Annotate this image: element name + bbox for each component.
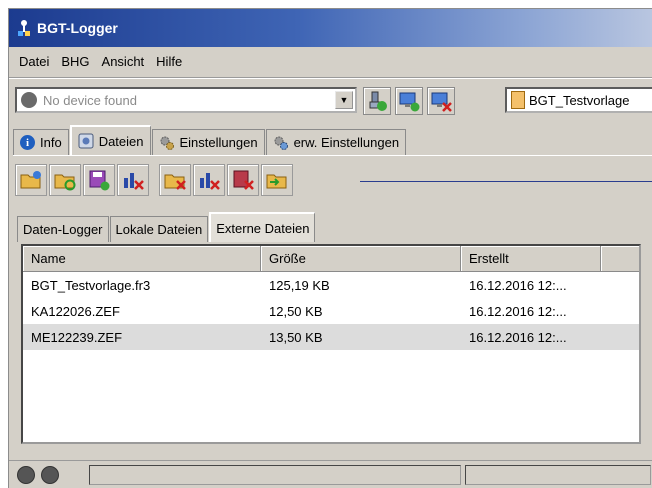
chart-delete-button[interactable] [117, 164, 149, 196]
add-device-button[interactable] [395, 87, 423, 115]
file-remove-icon [233, 170, 254, 190]
chevron-down-icon[interactable]: ▼ [335, 91, 353, 109]
tab-einstellungen[interactable]: Einstellungen [151, 129, 265, 155]
status-bar [9, 460, 652, 488]
folder-refresh-icon [54, 174, 76, 191]
column-header-size[interactable]: Größe [261, 246, 461, 271]
device-select[interactable]: No device found ▼ [15, 87, 357, 113]
menu-ansicht[interactable]: Ansicht [96, 52, 151, 71]
device-status-icon [21, 92, 37, 108]
folder-import-icon [266, 174, 287, 189]
info-icon: i [20, 135, 35, 150]
monitor-remove-icon [431, 92, 452, 112]
monitor-add-icon [399, 92, 420, 112]
device-toolbar: No device found ▼ BGT_Testvorlage [9, 81, 652, 121]
title-bar[interactable]: BGT-Logger [9, 9, 652, 47]
template-file-icon [511, 91, 525, 109]
tab-dateien[interactable]: Dateien [69, 125, 151, 155]
column-header-filler [601, 246, 639, 271]
file-name: KA122026.ZEF [31, 303, 120, 319]
status-pane-secondary [465, 465, 651, 485]
file-size: 125,19 KB [269, 277, 330, 293]
remove-device-button[interactable] [427, 87, 455, 115]
disk-icon [78, 133, 94, 149]
save-add-button[interactable] [83, 164, 115, 196]
chart-remove-icon [200, 173, 220, 190]
template-name: BGT_Testvorlage [529, 92, 630, 108]
tab-erw-einstellungen-label: erw. Einstellungen [293, 135, 400, 150]
file-list[interactable]: Name Größe Erstellt BGT_Testvorlage.fr3 … [21, 244, 641, 444]
menu-hilfe[interactable]: Hilfe [150, 52, 188, 71]
gear-icon [160, 136, 174, 150]
file-created: 16.12.2016 12:... [469, 329, 567, 345]
folder-remove-icon [164, 174, 186, 190]
toolbar-connector-line [360, 181, 652, 182]
app-icon [15, 19, 33, 37]
column-header-created[interactable]: Erstellt [461, 246, 601, 271]
files-panel: Daten-Logger Lokale Dateien Externe Date… [13, 155, 652, 460]
gear-icon [274, 136, 288, 150]
tab-einstellungen-label: Einstellungen [179, 135, 258, 150]
file-created: 16.12.2016 12:... [469, 303, 567, 319]
connect-usb-button[interactable] [363, 87, 391, 115]
tab-externe-dateien[interactable]: Externe Dateien [209, 212, 316, 242]
device-placeholder: No device found [43, 92, 137, 108]
file-row[interactable]: KA122026.ZEF 12,50 KB 16.12.2016 12:... [23, 298, 639, 324]
file-name: ME122239.ZEF [31, 329, 123, 345]
status-led-icon [17, 466, 35, 484]
window-title: BGT-Logger [37, 20, 118, 36]
tab-lokale-dateien[interactable]: Lokale Dateien [109, 216, 209, 242]
tab-info-label: Info [40, 135, 62, 150]
file-size: 13,50 KB [269, 329, 323, 345]
delete-folder-button[interactable] [159, 164, 191, 196]
template-select[interactable]: BGT_Testvorlage [505, 87, 652, 113]
import-folder-button[interactable] [261, 164, 293, 196]
menu-separator [9, 77, 652, 79]
chart-remove-icon [124, 173, 144, 190]
column-header-name[interactable]: Name [23, 246, 261, 271]
refresh-folder-button[interactable] [49, 164, 81, 196]
status-led-icon [41, 466, 59, 484]
app-window: BGT-Logger Datei BHG Ansicht Hilfe No de… [8, 8, 652, 488]
file-row-selected[interactable]: ME122239.ZEF 13,50 KB 16.12.2016 12:... [23, 324, 639, 350]
status-pane-main [89, 465, 461, 485]
chart-remove-button[interactable] [193, 164, 225, 196]
tab-daten-logger[interactable]: Daten-Logger [17, 216, 109, 242]
floppy-add-icon [89, 170, 110, 191]
file-toolbar [15, 158, 652, 210]
file-source-tabs: Daten-Logger Lokale Dateien Externe Date… [17, 212, 652, 242]
file-size: 12,50 KB [269, 303, 323, 319]
tab-dateien-label: Dateien [98, 133, 144, 149]
file-list-header: Name Größe Erstellt [23, 246, 639, 272]
tab-erw-einstellungen[interactable]: erw. Einstellungen [265, 129, 407, 155]
file-name: BGT_Testvorlage.fr3 [31, 277, 151, 293]
menu-datei[interactable]: Datei [13, 52, 55, 71]
folder-add-icon [20, 171, 41, 189]
tab-info[interactable]: i Info [13, 129, 69, 155]
menu-bar: Datei BHG Ansicht Hilfe [9, 47, 652, 75]
menu-bhg[interactable]: BHG [55, 52, 95, 71]
file-created: 16.12.2016 12:... [469, 277, 567, 293]
file-row[interactable]: BGT_Testvorlage.fr3 125,19 KB 16.12.2016… [23, 272, 639, 298]
main-tabs: i Info Dateien Einstellungen erw. Einste… [13, 125, 652, 155]
new-folder-button[interactable] [15, 164, 47, 196]
usb-connect-icon [369, 91, 387, 111]
delete-file-button[interactable] [227, 164, 259, 196]
